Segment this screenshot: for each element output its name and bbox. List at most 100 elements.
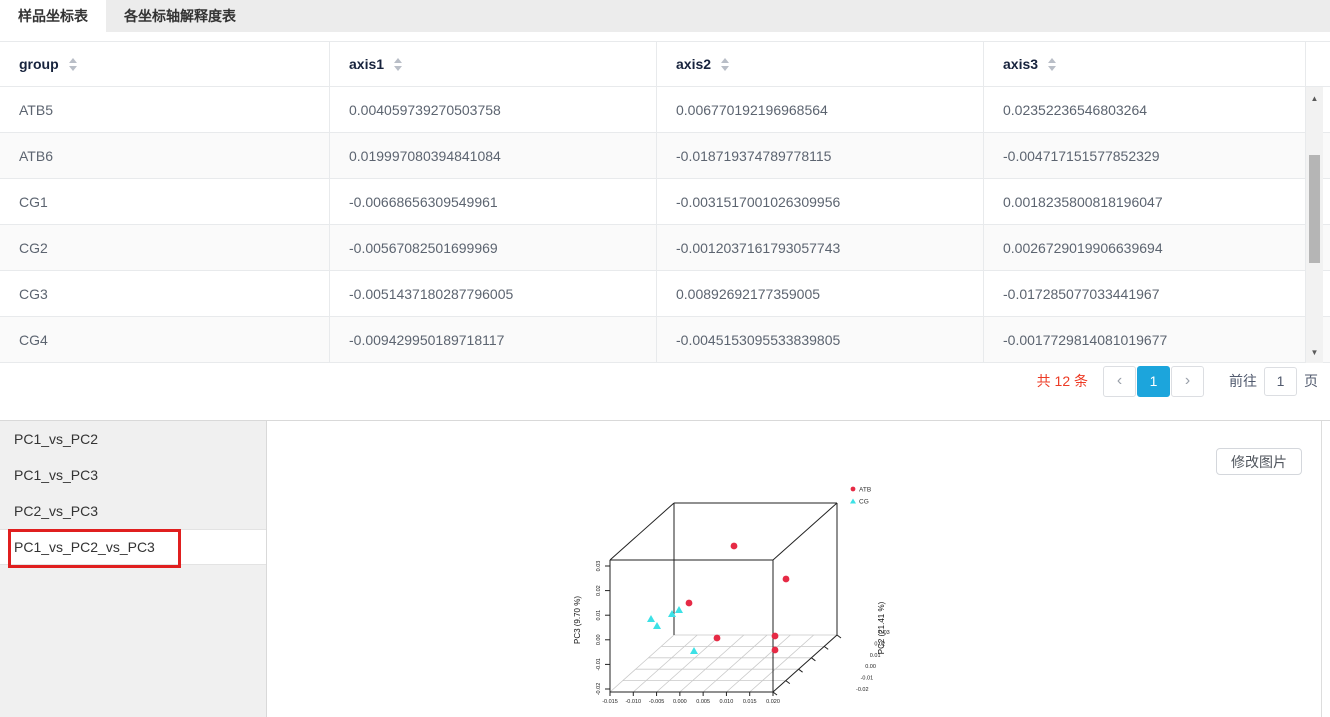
prev-page-button[interactable]: ‹ bbox=[1103, 366, 1136, 397]
sort-icon[interactable] bbox=[721, 58, 729, 71]
next-page-button[interactable]: › bbox=[1171, 366, 1204, 397]
cell-axis3: 0.02352236546803264 bbox=[984, 87, 1306, 132]
plot-list: PC1_vs_PC2PC1_vs_PC3PC2_vs_PC3PC1_vs_PC2… bbox=[0, 421, 267, 717]
sort-icon[interactable] bbox=[1048, 58, 1056, 71]
svg-text:-0.015: -0.015 bbox=[602, 699, 618, 705]
cell-axis2: -0.0031517001026309956 bbox=[657, 179, 984, 224]
svg-text:0.010: 0.010 bbox=[720, 699, 734, 705]
point-ATB bbox=[783, 576, 790, 583]
plot-list-item[interactable]: PC2_vs_PC3 bbox=[0, 493, 266, 529]
point-CG bbox=[647, 615, 655, 622]
cell-group: ATB5 bbox=[0, 87, 330, 132]
point-CG bbox=[690, 647, 698, 654]
column-header-axis3[interactable]: axis3 bbox=[984, 42, 1306, 86]
pca-3d-scatter: -0.02 -0.01 0.00 0.01 0.02 0.03 -0.015 -0.010 -0… bbox=[267, 420, 1330, 717]
goto-label: 前往 bbox=[1229, 371, 1257, 391]
cell-axis1: -0.00567082501699969 bbox=[330, 225, 657, 270]
cell-group: CG4 bbox=[0, 317, 330, 362]
svg-text:0.005: 0.005 bbox=[696, 699, 710, 705]
cell-axis2: 0.006770192196968564 bbox=[657, 87, 984, 132]
panel-right-border bbox=[1321, 421, 1322, 717]
svg-text:0.000: 0.000 bbox=[673, 699, 687, 705]
cell-axis3: -0.004717151577852329 bbox=[984, 133, 1306, 178]
cell-group: CG2 bbox=[0, 225, 330, 270]
cell-axis2: 0.00892692177359005 bbox=[657, 271, 984, 316]
plot-list-item[interactable]: PC1_vs_PC2_vs_PC3 bbox=[0, 529, 266, 565]
svg-text:0.03: 0.03 bbox=[596, 561, 602, 572]
tab-axis-explained[interactable]: 各坐标轴解释度表 bbox=[106, 0, 254, 32]
table-row: CG3-0.00514371802877960050.0089269217735… bbox=[0, 271, 1330, 317]
table-row: CG1-0.00668656309549961-0.00315170010263… bbox=[0, 179, 1330, 225]
page: 样品坐标表 各坐标轴解释度表 group axis1 axis2 axis3 A… bbox=[0, 0, 1330, 717]
cell-axis2: -0.0012037161793057743 bbox=[657, 225, 984, 270]
page-suffix-label: 页 bbox=[1304, 371, 1318, 391]
plot-list-item[interactable]: PC1_vs_PC3 bbox=[0, 457, 266, 493]
point-ATB bbox=[772, 633, 779, 640]
cell-axis1: 0.004059739270503758 bbox=[330, 87, 657, 132]
chevron-right-icon: › bbox=[1185, 372, 1190, 390]
table-row: ATB50.0040597392705037580.00677019219696… bbox=[0, 87, 1330, 133]
table-row: CG2-0.00567082501699969-0.00120371617930… bbox=[0, 225, 1330, 271]
cell-group: CG3 bbox=[0, 271, 330, 316]
svg-text:-0.02: -0.02 bbox=[856, 687, 869, 693]
svg-text:0.020: 0.020 bbox=[766, 699, 780, 705]
cell-group: ATB6 bbox=[0, 133, 330, 178]
point-ATB bbox=[772, 647, 779, 654]
cell-axis3: 0.0026729019906639694 bbox=[984, 225, 1306, 270]
point-ATB bbox=[714, 635, 721, 642]
cell-group: CG1 bbox=[0, 179, 330, 224]
column-label: axis3 bbox=[1003, 56, 1038, 72]
table-body: ATB50.0040597392705037580.00677019219696… bbox=[0, 87, 1330, 363]
tab-sample-coordinates[interactable]: 样品坐标表 bbox=[0, 0, 106, 32]
pc2-axis-label: PC2 (21.41 %) bbox=[877, 601, 886, 654]
point-CG bbox=[653, 622, 661, 629]
svg-text:-0.01: -0.01 bbox=[596, 658, 602, 671]
column-label: group bbox=[19, 56, 59, 72]
svg-text:-0.005: -0.005 bbox=[649, 699, 665, 705]
scroll-down-icon[interactable]: ▼ bbox=[1306, 345, 1323, 359]
goto-page-input[interactable] bbox=[1264, 367, 1297, 396]
svg-text:-0.01: -0.01 bbox=[861, 676, 874, 682]
point-CG bbox=[668, 610, 676, 617]
plot-panel: PC1_vs_PC2PC1_vs_PC3PC2_vs_PC3PC1_vs_PC2… bbox=[0, 420, 1330, 717]
page-number-button[interactable]: 1 bbox=[1137, 366, 1170, 397]
column-header-axis2[interactable]: axis2 bbox=[657, 42, 984, 86]
cell-axis3: 0.0018235800818196047 bbox=[984, 179, 1306, 224]
svg-text:-0.010: -0.010 bbox=[625, 699, 641, 705]
sort-icon[interactable] bbox=[69, 58, 77, 71]
column-label: axis1 bbox=[349, 56, 384, 72]
legend-marker-atb bbox=[851, 487, 856, 492]
svg-text:ATB: ATB bbox=[859, 487, 871, 494]
svg-text:0.00: 0.00 bbox=[596, 634, 602, 645]
point-ATB bbox=[731, 543, 738, 550]
column-header-axis1[interactable]: axis1 bbox=[330, 42, 657, 86]
svg-text:0.015: 0.015 bbox=[743, 699, 757, 705]
table-row: CG4-0.009429950189718117-0.0045153095533… bbox=[0, 317, 1330, 363]
chevron-left-icon: ‹ bbox=[1117, 372, 1122, 390]
pc3-axis-label: PC3 (9.70 %) bbox=[573, 596, 582, 644]
tab-bar: 样品坐标表 各坐标轴解释度表 bbox=[0, 0, 1330, 32]
svg-text:-0.02: -0.02 bbox=[596, 683, 602, 696]
cell-axis2: -0.018719374789778115 bbox=[657, 133, 984, 178]
total-count-label: 共 12 条 bbox=[1037, 371, 1088, 391]
cell-axis3: -0.017285077033441967 bbox=[984, 271, 1306, 316]
table-row: ATB60.019997080394841084-0.0187193747897… bbox=[0, 133, 1330, 179]
legend-marker-cg bbox=[850, 499, 856, 504]
table-scrollbar[interactable]: ▲ ▼ bbox=[1306, 87, 1323, 363]
scrollbar-thumb[interactable] bbox=[1309, 155, 1320, 263]
point-CG bbox=[675, 606, 683, 613]
scroll-up-icon[interactable]: ▲ bbox=[1306, 91, 1323, 105]
cell-axis3: -0.0017729814081019677 bbox=[984, 317, 1306, 362]
cell-axis1: -0.0051437180287796005 bbox=[330, 271, 657, 316]
svg-text:CG: CG bbox=[859, 499, 869, 506]
svg-text:0.02: 0.02 bbox=[596, 585, 602, 596]
sample-coordinates-table: group axis1 axis2 axis3 ATB50.0040597392… bbox=[0, 41, 1330, 363]
cell-axis1: -0.00668656309549961 bbox=[330, 179, 657, 224]
table-header-row: group axis1 axis2 axis3 bbox=[0, 41, 1330, 87]
column-header-group[interactable]: group bbox=[0, 42, 330, 86]
plot-list-item[interactable]: PC1_vs_PC2 bbox=[0, 421, 266, 457]
svg-text:0.01: 0.01 bbox=[596, 610, 602, 621]
sort-icon[interactable] bbox=[394, 58, 402, 71]
cell-axis1: 0.019997080394841084 bbox=[330, 133, 657, 178]
cell-axis1: -0.009429950189718117 bbox=[330, 317, 657, 362]
